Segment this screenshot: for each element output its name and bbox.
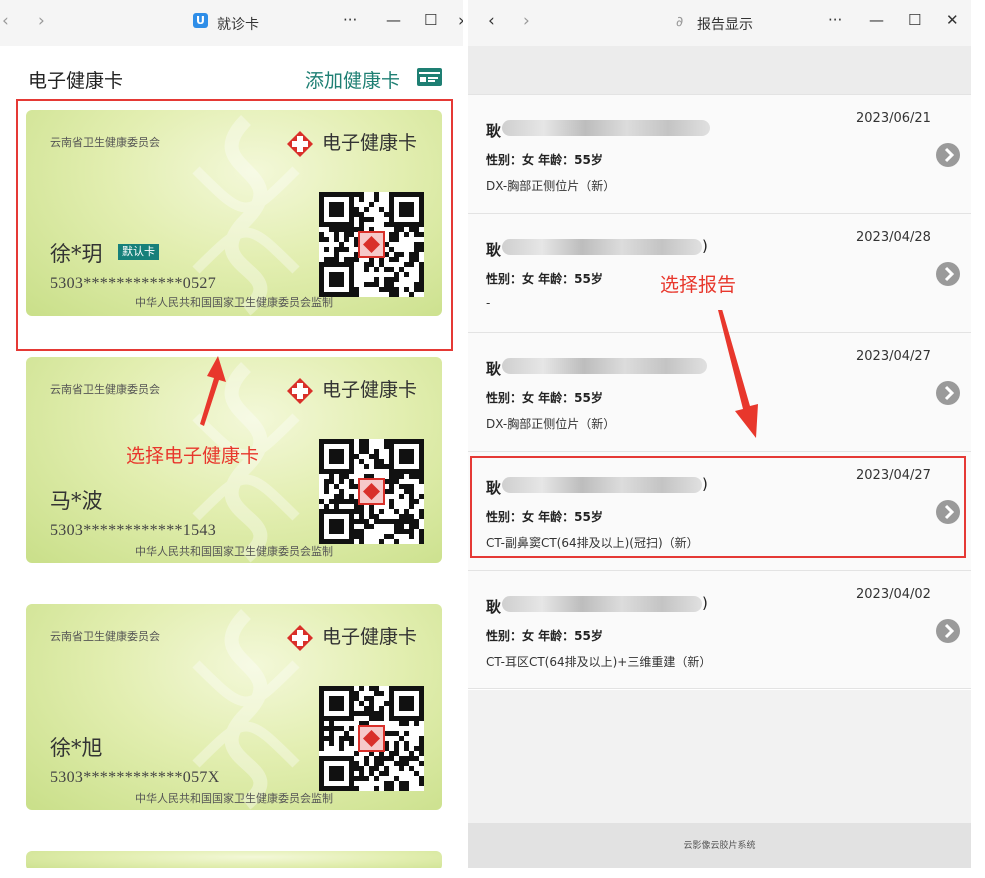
chevron-right-icon[interactable] bbox=[936, 381, 960, 405]
card-number: 5303************057X bbox=[50, 769, 220, 786]
maximize-button[interactable]: ☐ bbox=[908, 11, 921, 29]
window-title: 报告显示 bbox=[697, 17, 753, 33]
close-button[interactable]: ✕ bbox=[946, 11, 959, 29]
patient-info: 性别：女 年龄：55岁 bbox=[486, 153, 603, 167]
name-redaction bbox=[502, 596, 702, 612]
link-icon: ∂ bbox=[676, 14, 684, 30]
card-brand: 电子健康卡 bbox=[322, 626, 418, 648]
annotation-select-report: 选择报告 bbox=[660, 274, 737, 296]
name-redaction bbox=[502, 239, 702, 255]
name-suffix: ) bbox=[702, 237, 708, 255]
patient-info: 性别：女 年龄：55岁 bbox=[486, 272, 603, 286]
qr-code-icon bbox=[319, 686, 425, 792]
forward-arrow-icon[interactable]: › bbox=[523, 11, 530, 31]
health-card-partial[interactable] bbox=[26, 851, 442, 868]
card-brand: 电子健康卡 bbox=[322, 379, 418, 401]
more-button[interactable]: ··· bbox=[828, 11, 842, 29]
exam-name: DX-胸部正侧位片（新） bbox=[486, 179, 616, 193]
annotation-arrow-down-icon bbox=[718, 310, 758, 438]
back-arrow-icon[interactable]: ‹ bbox=[488, 11, 495, 31]
report-date: 2023/04/27 bbox=[856, 349, 931, 364]
minimize-button[interactable]: — bbox=[386, 11, 401, 29]
patient-name: 耿 bbox=[486, 241, 502, 259]
qr-code-icon bbox=[319, 439, 425, 545]
card-issuer: 云南省卫生健康委员会 bbox=[50, 630, 160, 643]
name-redaction bbox=[502, 120, 710, 136]
app-logo-icon: U bbox=[193, 13, 208, 28]
page-title: 电子健康卡 bbox=[28, 70, 124, 92]
patient-info: 性别：女 年龄：55岁 bbox=[486, 629, 603, 643]
chevron-right-icon[interactable] bbox=[936, 262, 960, 286]
add-card-button[interactable]: 添加健康卡 bbox=[305, 66, 400, 93]
patient-info: 性别：女 年龄：55岁 bbox=[486, 391, 603, 405]
report-date: 2023/04/02 bbox=[856, 587, 931, 602]
more-button[interactable]: ··· bbox=[343, 11, 357, 29]
card-number: 5303************1543 bbox=[50, 522, 216, 539]
name-redaction bbox=[502, 358, 707, 374]
exam-name: CT-耳区CT(64排及以上)+三维重建（新） bbox=[486, 655, 712, 669]
annotation-select-card: 选择电子健康卡 bbox=[126, 445, 260, 467]
card-add-icon[interactable] bbox=[417, 68, 442, 86]
right-title-bar: ‹ › ∂ 报告显示 ··· — ☐ ✕ bbox=[468, 0, 971, 46]
report-date: 2023/04/28 bbox=[856, 230, 931, 245]
toolbar-band bbox=[468, 46, 971, 94]
report-row[interactable]: 耿 2023/06/21 性别：女 年龄：55岁 DX-胸部正侧位片（新） bbox=[468, 94, 971, 213]
card-holder-name: 马*波 bbox=[50, 489, 103, 513]
card-footer: 中华人民共和国国家卫生健康委员会监制 bbox=[135, 792, 333, 805]
footer-bar: 云影像云胶片系统 bbox=[468, 823, 971, 868]
report-date: 2023/06/21 bbox=[856, 111, 931, 126]
health-card-window: ‹ › U 就诊卡 ··· — ☐ › 电子健康卡 添加健康卡 云南省卫生健康委… bbox=[0, 0, 463, 868]
card-issuer: 云南省卫生健康委员会 bbox=[50, 383, 160, 396]
left-title-bar: ‹ › U 就诊卡 ··· — ☐ › bbox=[0, 0, 463, 46]
exam-name: - bbox=[486, 296, 491, 310]
card-selection-highlight bbox=[16, 99, 453, 351]
annotation-arrow-up-icon bbox=[200, 356, 226, 426]
chevron-right-icon[interactable]: › bbox=[458, 11, 463, 31]
report-selection-highlight bbox=[470, 456, 966, 558]
window-title: 就诊卡 bbox=[217, 17, 259, 33]
patient-name: 耿 bbox=[486, 122, 502, 140]
card-footer: 中华人民共和国国家卫生健康委员会监制 bbox=[135, 545, 333, 558]
name-suffix: ) bbox=[702, 594, 708, 612]
footer-text: 云影像云胶片系统 bbox=[683, 841, 756, 851]
chevron-right-icon[interactable] bbox=[936, 619, 960, 643]
patient-name: 耿 bbox=[486, 598, 502, 616]
back-arrow-icon[interactable]: ‹ bbox=[2, 11, 9, 31]
forward-arrow-icon[interactable]: › bbox=[38, 11, 45, 31]
chevron-right-icon[interactable] bbox=[936, 143, 960, 167]
patient-name: 耿 bbox=[486, 360, 502, 378]
maximize-button[interactable]: ☐ bbox=[424, 11, 437, 29]
minimize-button[interactable]: — bbox=[869, 11, 884, 29]
health-card[interactable]: 云南省卫生健康委员会 电子健康卡 徐*旭 5303************057… bbox=[26, 604, 442, 810]
card-holder-name: 徐*旭 bbox=[50, 736, 103, 760]
report-window: ‹ › ∂ 报告显示 ··· — ☐ ✕ 耿 2023/06/21 性别：女 年… bbox=[468, 0, 971, 868]
red-cross-icon bbox=[287, 625, 313, 651]
report-row[interactable]: 耿 ) 2023/04/02 性别：女 年龄：55岁 CT-耳区CT(64排及以… bbox=[468, 570, 971, 689]
exam-name: DX-胸部正侧位片（新） bbox=[486, 417, 616, 431]
red-cross-icon bbox=[287, 378, 313, 404]
